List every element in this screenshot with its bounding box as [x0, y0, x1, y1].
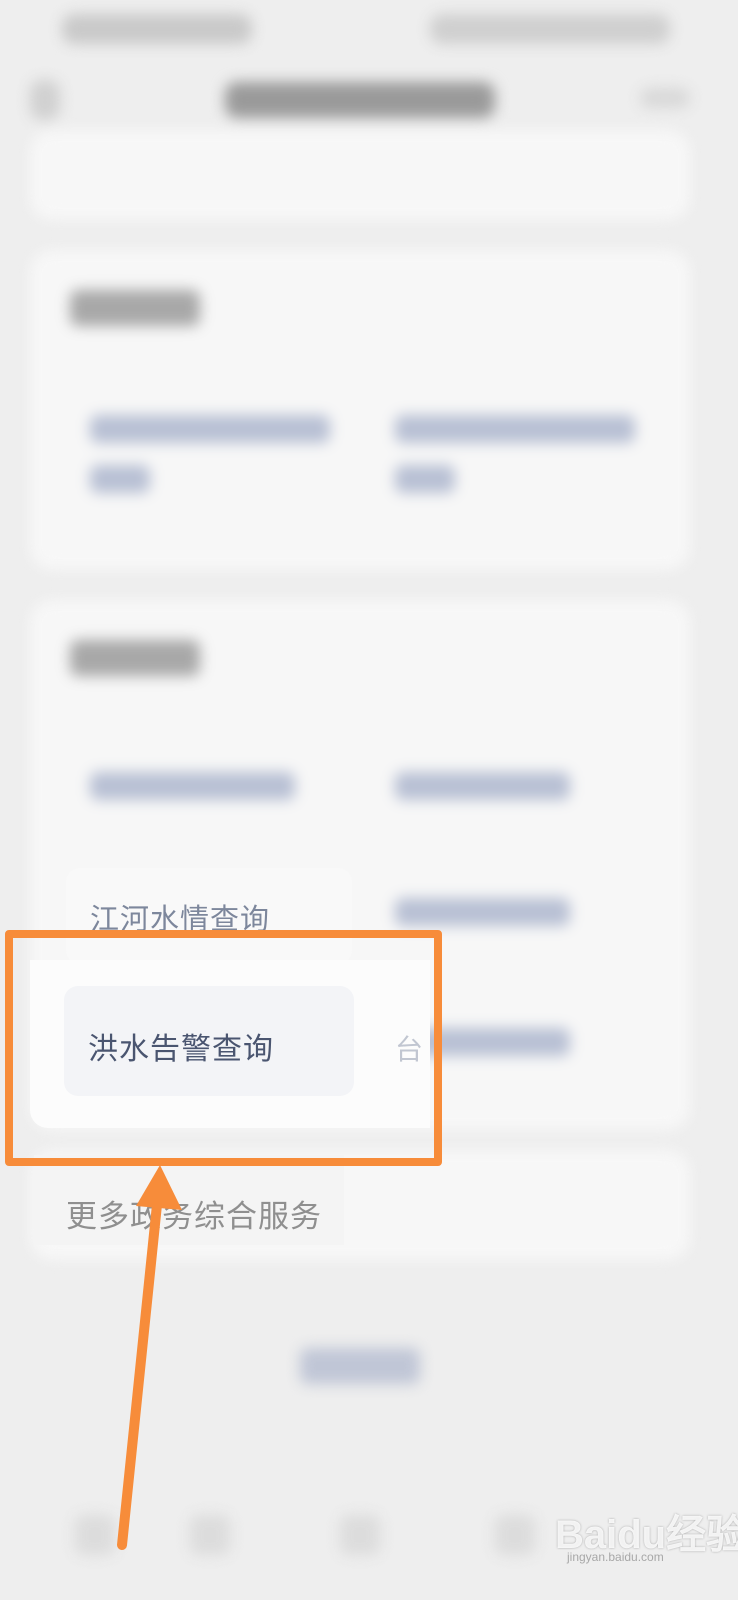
screen: 江河水情查询 洪水告警查询 台 更多政务综合服务 Baidu经验 jingyan… — [0, 0, 738, 1600]
pointer-arrow — [117, 1165, 182, 1550]
watermark-sub: jingyan.baidu.com — [567, 1550, 664, 1564]
baidu-watermark: Baidu经验 jingyan.baidu.com — [555, 1492, 738, 1572]
arrow-head — [136, 1165, 182, 1210]
arrow-shaft — [117, 1190, 163, 1550]
